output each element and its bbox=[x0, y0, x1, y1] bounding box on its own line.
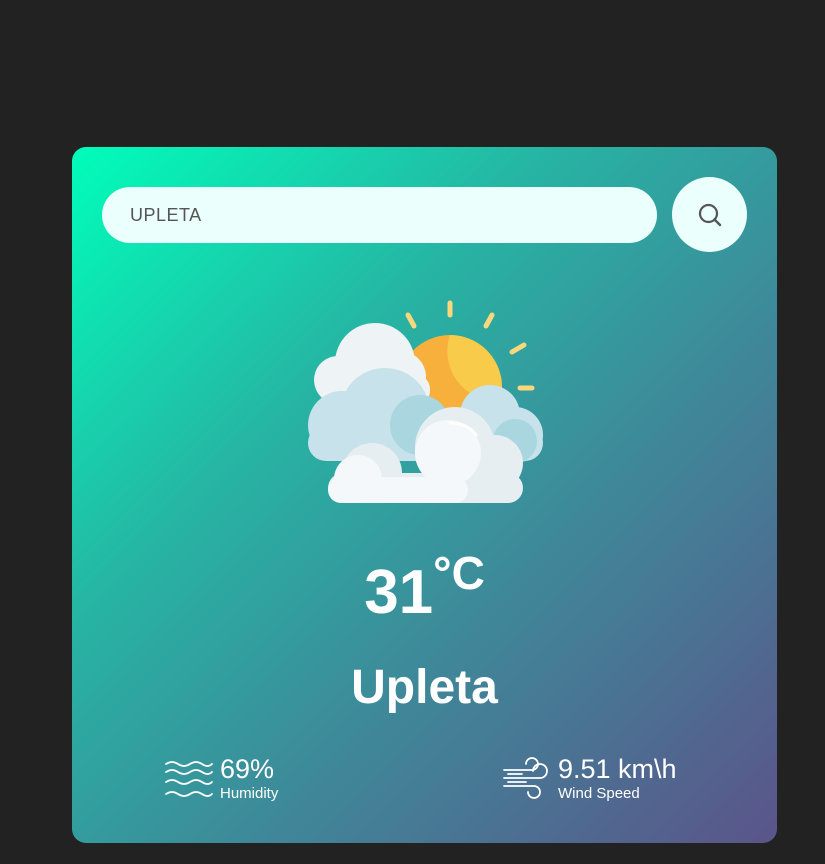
search-button[interactable] bbox=[672, 177, 747, 252]
sun-behind-clouds-icon bbox=[308, 300, 543, 503]
wind-value: 9.51 km\h bbox=[558, 754, 677, 784]
temperature: 31°C bbox=[72, 550, 777, 624]
city-name: Upleta bbox=[351, 661, 498, 714]
search-icon bbox=[698, 203, 721, 226]
temperature-value: 31 bbox=[364, 558, 434, 627]
wind-label: Wind Speed bbox=[558, 785, 640, 803]
search-input[interactable] bbox=[102, 187, 657, 243]
weather-card: 31°C Upleta 69% Humidity bbox=[72, 147, 777, 843]
wind-detail: 9.51 km\h Wind Speed bbox=[502, 755, 677, 803]
wind-icon bbox=[503, 757, 548, 800]
search-bar bbox=[102, 177, 747, 252]
humidity-value: 69% bbox=[220, 754, 275, 784]
humidity-label: Humidity bbox=[220, 785, 279, 803]
humidity-waves-icon bbox=[165, 761, 213, 798]
humidity-detail: 69% Humidity bbox=[164, 755, 278, 803]
temperature-unit: °C bbox=[433, 547, 485, 599]
